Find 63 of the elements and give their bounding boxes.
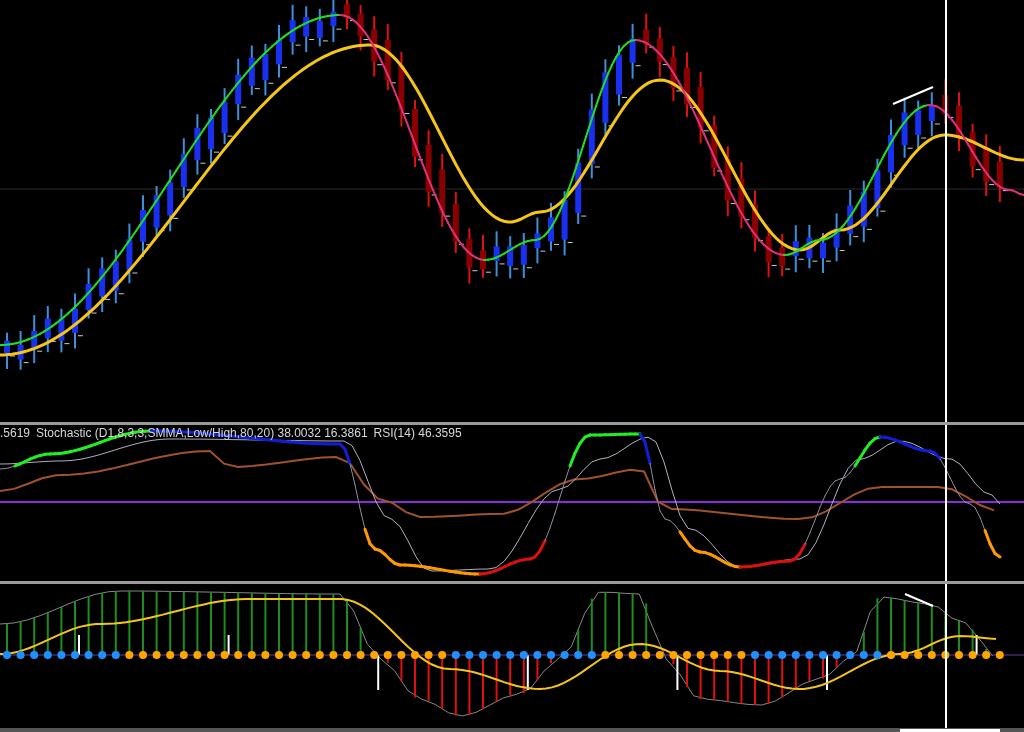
candle [996,144,1009,203]
candle [235,57,247,122]
candle [248,44,261,96]
candle [99,256,111,313]
candle [915,99,927,150]
scrollbar-thumb[interactable] [900,729,1000,732]
candle [452,191,465,254]
candle [140,194,152,258]
candle [847,188,859,247]
candle [384,22,397,91]
candle [493,230,506,278]
candle [371,15,383,78]
candle [31,314,43,365]
candle [969,123,982,179]
candle [548,202,560,252]
trend-line [892,86,934,105]
candle [153,185,166,238]
candle [752,189,764,253]
candle [208,108,220,165]
candle [561,190,574,257]
candle [58,307,70,354]
candle [85,267,98,320]
candle [466,227,478,285]
candle [180,137,193,199]
indicator-label: .5619 [0,426,31,440]
candle [670,45,682,103]
candle [4,331,16,370]
candle [316,7,329,48]
candle [833,212,846,263]
candle [303,5,315,54]
candle [126,222,138,285]
indicator-label: RSI(14) 46.3595 [373,426,462,440]
candle [194,113,206,176]
candle [330,0,342,43]
candle [738,161,750,230]
candle [779,233,791,278]
candle [221,87,234,146]
candle [983,133,995,197]
candle [520,231,533,279]
candle [112,248,125,305]
trend-line [904,593,934,607]
candle [17,330,30,371]
candle [656,25,669,78]
candle [684,51,696,118]
candle [956,91,968,153]
candle [44,305,57,354]
candle [480,234,492,279]
candle [629,22,642,80]
candle [928,91,941,138]
candle [276,24,288,79]
candle [72,292,84,350]
candle [711,114,723,178]
candle [643,12,655,55]
candle [289,3,302,56]
candle [616,44,628,107]
candle [874,157,886,218]
candle [820,231,832,274]
candle [167,168,179,233]
candle [412,99,424,168]
candle [262,42,274,97]
candle [507,235,519,280]
candle [534,216,546,265]
candle [860,179,873,244]
